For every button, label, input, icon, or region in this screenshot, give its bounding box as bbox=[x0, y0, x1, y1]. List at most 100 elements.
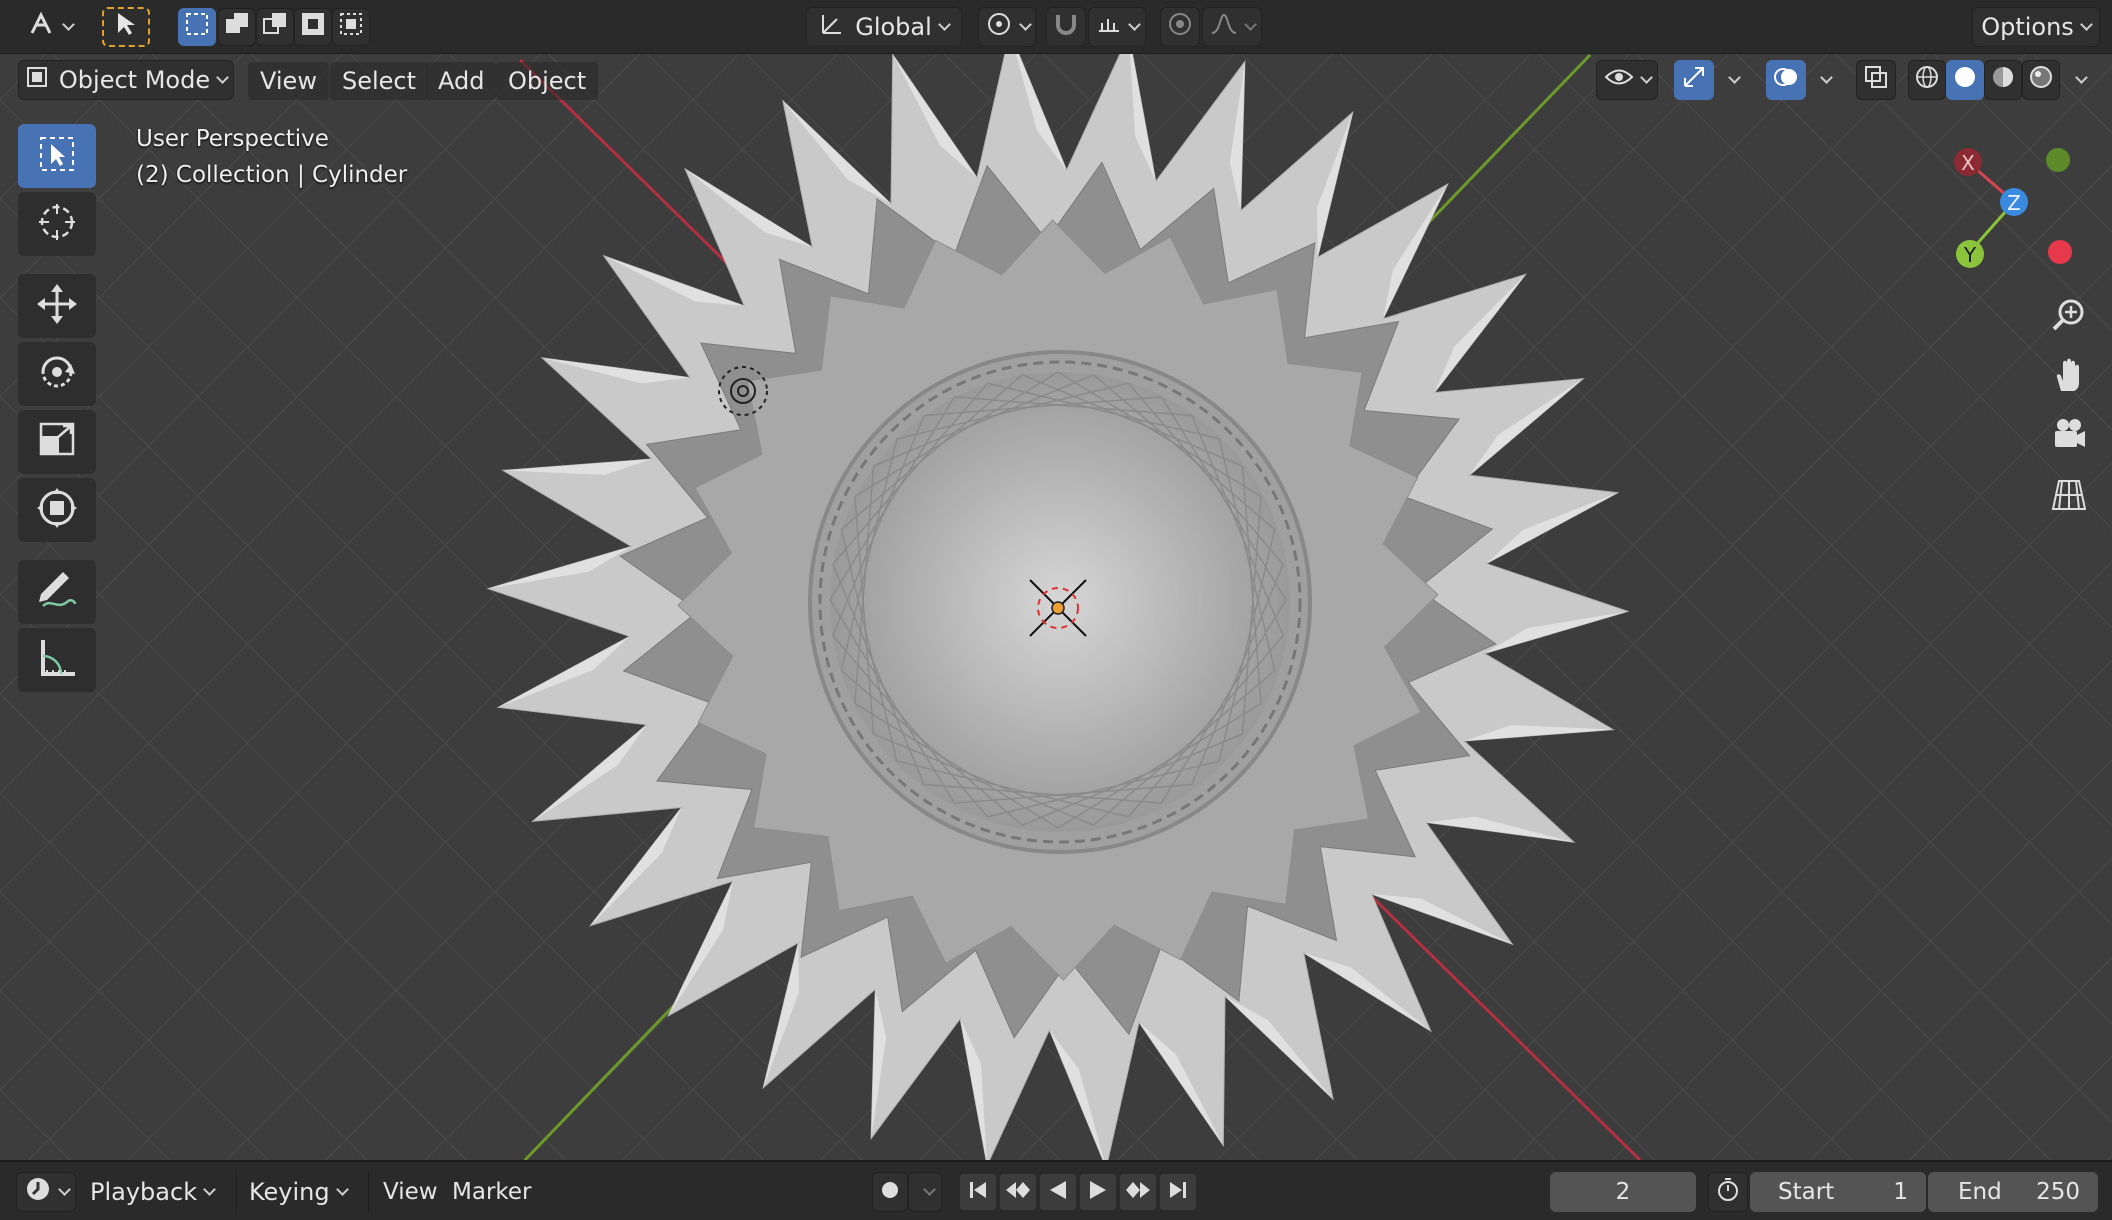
camera-view-button[interactable] bbox=[2040, 408, 2098, 466]
overlays-dropdown[interactable] bbox=[1806, 60, 1838, 100]
start-frame-field[interactable]: Start 1 bbox=[1750, 1172, 1926, 1212]
play-icon bbox=[1086, 1178, 1110, 1206]
jump-next-keyframe-button[interactable] bbox=[1120, 1174, 1156, 1210]
timeline-view-menu[interactable]: View bbox=[368, 1172, 438, 1212]
rendered-sphere-icon bbox=[2028, 64, 2054, 96]
tool-scale[interactable] bbox=[18, 410, 96, 474]
gizmo-x-label: X bbox=[1961, 151, 1975, 175]
measure-ruler-icon bbox=[35, 636, 79, 684]
xray-toggle[interactable] bbox=[1856, 60, 1896, 100]
select-new-icon bbox=[184, 11, 210, 43]
snap-target-dropdown[interactable] bbox=[1088, 7, 1146, 47]
gizmo-dropdown[interactable] bbox=[1714, 60, 1746, 100]
record-dot-icon bbox=[880, 1178, 900, 1206]
marker-menu[interactable]: Marker bbox=[452, 1172, 532, 1212]
overlays-icon bbox=[1773, 64, 1799, 96]
menu-select[interactable]: Select bbox=[330, 62, 429, 100]
tool-rotate[interactable] bbox=[18, 342, 96, 406]
transform-orientation-dropdown[interactable]: Global bbox=[806, 7, 962, 47]
playback-label: Playback bbox=[90, 1178, 198, 1206]
toolbar bbox=[14, 124, 100, 704]
zoom-magnifier-icon bbox=[2049, 295, 2089, 339]
tool-move[interactable] bbox=[18, 274, 96, 338]
perspective-toggle-button[interactable] bbox=[2040, 468, 2098, 526]
proportional-falloff-dropdown[interactable] bbox=[1202, 7, 1262, 47]
tool-cursor[interactable] bbox=[18, 192, 96, 256]
select-box-icon bbox=[37, 134, 77, 178]
object-visibility-dropdown[interactable] bbox=[1596, 60, 1658, 100]
keying-set-dropdown[interactable] bbox=[908, 1172, 942, 1212]
navigation-gizmo[interactable]: X Y Z bbox=[1940, 140, 2090, 280]
select-mode-invert-button[interactable] bbox=[294, 8, 332, 46]
shading-solid-button[interactable] bbox=[1946, 60, 1984, 100]
collection-info-label: (2) Collection | Cylinder bbox=[136, 162, 408, 188]
shading-dropdown[interactable] bbox=[2060, 60, 2094, 100]
auto-keying-toggle[interactable] bbox=[872, 1172, 908, 1212]
shading-material-button[interactable] bbox=[1984, 60, 2022, 100]
gizmo-toggle[interactable] bbox=[1674, 60, 1714, 100]
current-frame-field[interactable]: 2 bbox=[1550, 1172, 1696, 1212]
select-mode-extend-button[interactable] bbox=[218, 8, 256, 46]
select-intersect-icon bbox=[338, 11, 364, 43]
timeline-editor-type-button[interactable] bbox=[16, 1172, 76, 1212]
jump-to-end-button[interactable] bbox=[1160, 1174, 1196, 1210]
zoom-button[interactable] bbox=[2040, 288, 2098, 346]
jump-start-icon bbox=[966, 1178, 990, 1206]
overlays-toggle[interactable] bbox=[1766, 60, 1806, 100]
proportional-editing-toggle[interactable] bbox=[1160, 7, 1200, 47]
tool-measure[interactable] bbox=[18, 628, 96, 692]
end-frame-field[interactable]: End 250 bbox=[1928, 1172, 2098, 1212]
3d-cursor-icon bbox=[35, 200, 79, 248]
tool-annotate[interactable] bbox=[18, 560, 96, 624]
play-reverse-button[interactable] bbox=[1040, 1174, 1076, 1210]
editor-type-button[interactable] bbox=[18, 7, 80, 47]
select-invert-icon bbox=[300, 11, 326, 43]
xray-icon bbox=[1863, 64, 1889, 96]
options-label: Options bbox=[1981, 13, 2074, 41]
pivot-point-dropdown[interactable] bbox=[978, 7, 1036, 47]
menu-object[interactable]: Object bbox=[496, 62, 599, 100]
menu-add[interactable]: Add bbox=[426, 62, 497, 100]
select-subtract-icon bbox=[262, 11, 288, 43]
start-frame-value: 1 bbox=[1893, 1179, 1908, 1205]
end-frame-value: 250 bbox=[2036, 1179, 2080, 1205]
play-reverse-icon bbox=[1046, 1178, 1070, 1206]
play-button[interactable] bbox=[1080, 1174, 1116, 1210]
material-sphere-icon bbox=[1990, 64, 2016, 96]
orientation-label: Global bbox=[855, 13, 932, 41]
tool-header: Global Options bbox=[0, 0, 2112, 54]
options-dropdown[interactable]: Options bbox=[1972, 7, 2100, 47]
rotate-icon bbox=[35, 350, 79, 398]
select-tool-button[interactable] bbox=[102, 7, 150, 47]
falloff-curve-icon bbox=[1210, 11, 1238, 43]
pivot-icon bbox=[985, 10, 1013, 44]
hand-icon bbox=[2049, 355, 2089, 399]
orientation-icon bbox=[819, 11, 845, 43]
menu-view[interactable]: View bbox=[248, 62, 329, 100]
tool-select-box[interactable] bbox=[18, 124, 96, 188]
stopwatch-icon bbox=[1715, 1176, 1741, 1208]
solid-sphere-icon bbox=[1952, 64, 1978, 96]
shading-rendered-button[interactable] bbox=[2022, 60, 2060, 100]
playback-menu[interactable]: Playback bbox=[90, 1172, 216, 1212]
end-frame-label: End bbox=[1958, 1179, 2002, 1205]
jump-to-start-button[interactable] bbox=[960, 1174, 996, 1210]
snap-toggle[interactable] bbox=[1046, 7, 1086, 47]
proportional-edit-icon bbox=[1167, 11, 1193, 43]
select-mode-intersect-button[interactable] bbox=[332, 8, 370, 46]
select-mode-new-button[interactable] bbox=[178, 8, 216, 46]
select-mode-subtract-button[interactable] bbox=[256, 8, 294, 46]
gizmo-y-label: Y bbox=[1963, 243, 1977, 267]
use-preview-range-toggle[interactable] bbox=[1708, 1172, 1748, 1212]
keying-menu[interactable]: Keying bbox=[236, 1172, 349, 1212]
shading-wireframe-button[interactable] bbox=[1908, 60, 1946, 100]
jump-prev-keyframe-button[interactable] bbox=[1000, 1174, 1036, 1210]
prev-keyframe-icon bbox=[1004, 1178, 1032, 1206]
gizmo-icon bbox=[1681, 64, 1707, 96]
tool-transform[interactable] bbox=[18, 478, 96, 542]
object-mode-dropdown[interactable]: Object Mode bbox=[18, 60, 234, 100]
transform-icon bbox=[35, 486, 79, 534]
pan-button[interactable] bbox=[2040, 348, 2098, 406]
jump-end-icon bbox=[1166, 1178, 1190, 1206]
keying-label: Keying bbox=[249, 1178, 330, 1206]
